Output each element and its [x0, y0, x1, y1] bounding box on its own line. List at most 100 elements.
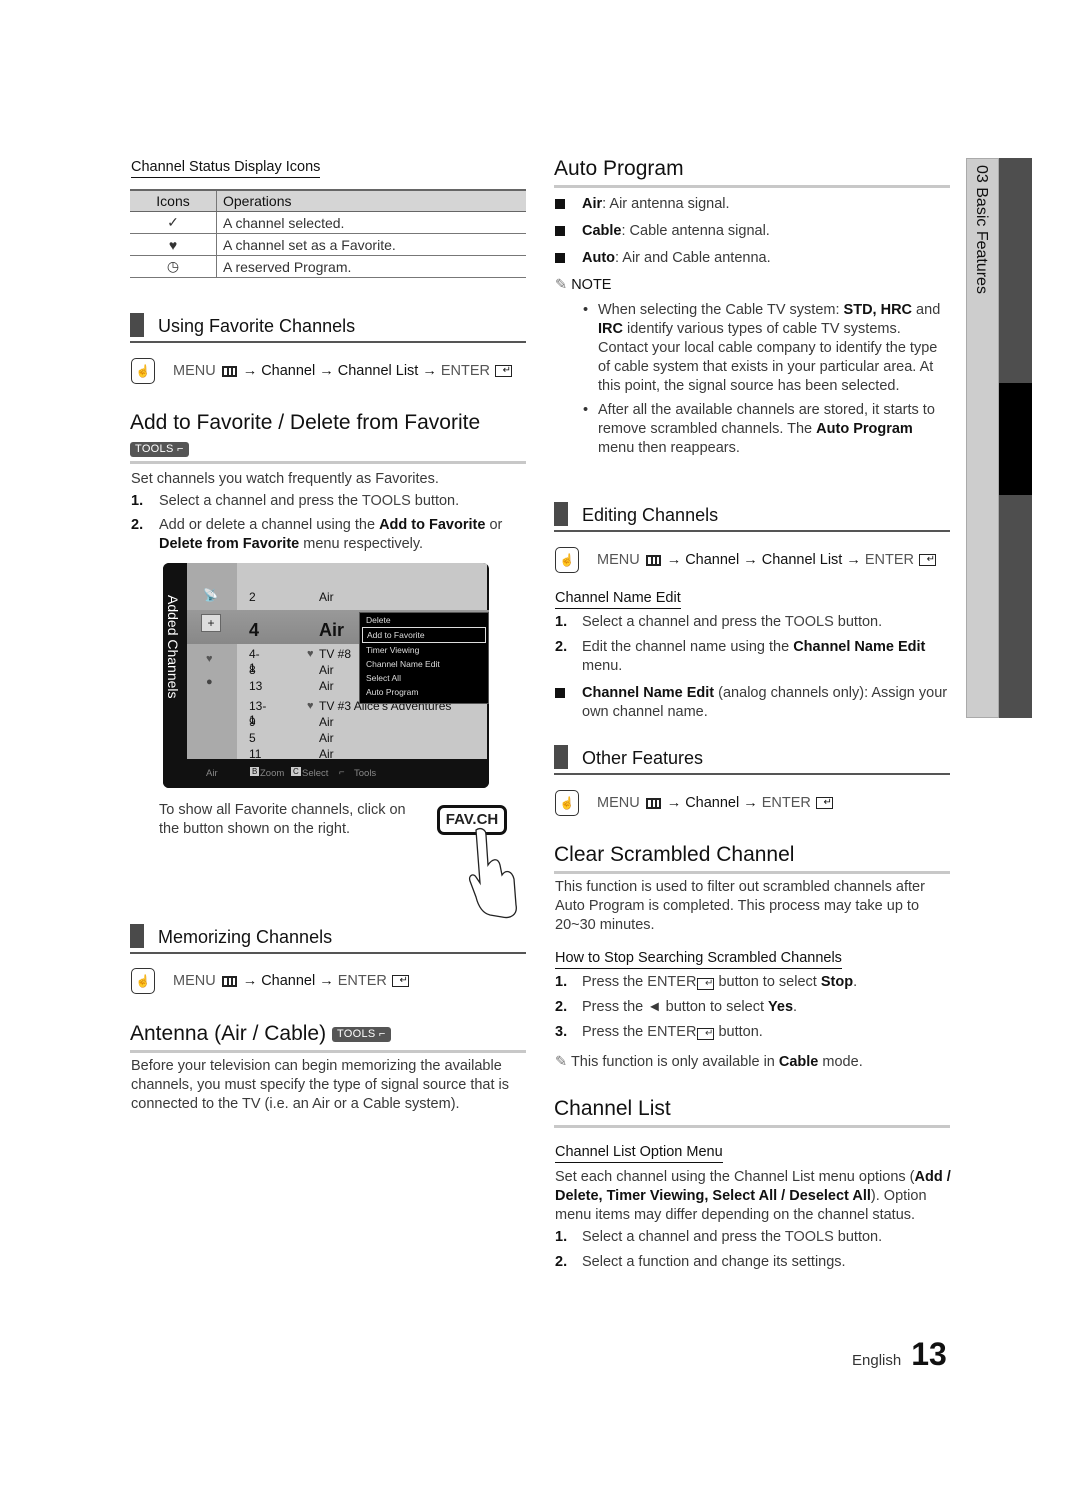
status-icons-title: Channel Status Display Icons [131, 158, 321, 178]
menu-item-select-all[interactable]: Select All [362, 671, 486, 685]
heading-bar [130, 924, 144, 948]
channel-name-edit-subheading: Channel Name Edit [555, 589, 681, 609]
enter-icon: ↵ [697, 978, 715, 990]
heart-icon: ♥ [130, 233, 217, 256]
heading-rule [554, 773, 950, 775]
note-item: • When selecting the Cable TV system: ST… [583, 302, 941, 394]
menu-path: ☝ MENU → Channel → Channel List → ENTER ↵ [555, 547, 936, 573]
menu-icon [221, 975, 237, 987]
title-rule [554, 1125, 950, 1128]
tools-icon: ⌐ [339, 767, 345, 778]
section-title: Channel List [554, 1097, 671, 1120]
heading-bar [554, 502, 568, 526]
add-favorite-body: Set channels you watch frequently as Fav… [131, 470, 531, 554]
bullet-square-icon [555, 226, 565, 236]
note: ✎ This function is only available in Cab… [555, 1054, 863, 1070]
hand-pointing-icon [468, 828, 517, 919]
list-item: 2. Press the ◄ button to select Yes. [555, 999, 798, 1015]
menu-icon [221, 365, 237, 377]
enter-icon: ↵ [815, 797, 833, 809]
col-operations: Operations [216, 189, 526, 212]
section-title: Auto Program [554, 157, 684, 180]
antenna-icon: 📡 [203, 588, 218, 602]
list-item: 1. Select a channel and press the TOOLS b… [555, 614, 883, 630]
language-label: English [852, 1352, 902, 1369]
title-rule [554, 871, 950, 874]
editing-steps: 1. Select a channel and press the TOOLS b… [555, 613, 951, 722]
heart-icon: ♥ [307, 648, 314, 660]
hand-press-icon: ☝ [131, 968, 155, 994]
bullet-square-icon [555, 253, 565, 263]
menu-item-channel-name-edit[interactable]: Channel Name Edit [362, 657, 486, 671]
antenna-section: Antenna (Air / Cable) TOOLS ⌐ [130, 1022, 526, 1053]
note-item: • After all the available channels are s… [583, 402, 935, 456]
list-item: Air: Air antenna signal. [555, 195, 951, 214]
section-title: Add to Favorite / Delete from Favorite [130, 411, 481, 434]
note-label: ✎ NOTE [555, 277, 612, 293]
editing-section: Editing Channels [554, 502, 950, 532]
title-rule [554, 185, 950, 188]
side-label: Added Channels [165, 595, 181, 699]
stop-steps: 1. Press the ENTER ↵ button to select Stop… [555, 973, 951, 1072]
section-title: Clear Scrambled Channel [554, 843, 795, 866]
clock-icon: ◷ [130, 255, 217, 278]
favch-text: To show all Favorite channels, click on … [159, 802, 406, 837]
status-icons-table: Icons Operations ✓ A channel selected. ♥… [130, 189, 526, 278]
tv-footer: Air B Zoom C Select ⌐ Tools [163, 759, 489, 788]
menu-item-add-to-favorite[interactable]: Add to Favorite [362, 627, 486, 643]
list-item: Cable: Cable antenna signal. [555, 222, 951, 241]
tools-badge: TOOLS ⌐ [130, 442, 189, 457]
page-footer: English 13 [852, 1336, 947, 1373]
add-channel-icon: + [201, 614, 221, 632]
heading-bar [554, 745, 568, 769]
tools-popup-menu: Delete Add to Favorite Timer Viewing Cha… [359, 612, 489, 704]
bullet-square-icon [555, 688, 565, 698]
auto-program-list: Air: Air antenna signal. Cable: Cable an… [555, 195, 951, 458]
enter-icon: ↵ [918, 554, 936, 566]
table-row: ✓ A channel selected. [130, 211, 526, 234]
tools-badge: TOOLS ⌐ [331, 1027, 391, 1042]
antenna-body: Before your television can begin memoriz… [131, 1058, 510, 1112]
using-favorite-section: Using Favorite Channels [130, 313, 526, 343]
menu-path: ☝ MENU → Channel → ENTER ↵ [131, 968, 409, 994]
hand-press-icon: ☝ [555, 547, 579, 573]
hand-press-icon: ☝ [131, 358, 155, 384]
memorizing-section: Memorizing Channels [130, 924, 526, 954]
list-item: 2. Edit the channel name using the Channe… [555, 639, 926, 674]
enter-icon: ↵ [391, 975, 409, 987]
add-favorite-section: Add to Favorite / Delete from Favorite T… [130, 411, 526, 464]
chapter-tab: 03 Basic Features [966, 158, 999, 718]
list-item: 1. Select a channel and press the TOOLS … [131, 493, 460, 509]
pencil-icon: ✎ [555, 1054, 568, 1070]
menu-path: ☝ MENU → Channel → Channel List → ENTER ↵ [131, 358, 512, 384]
menu-icon [645, 554, 661, 566]
heading-bar [130, 313, 144, 337]
channel-list-section: Channel List [554, 1097, 950, 1128]
table-header: Icons Operations [130, 189, 526, 212]
section-heading: Editing Channels [554, 502, 950, 526]
title-rule [130, 1050, 526, 1053]
channel-list-screen: Added Channels 📡 + ♥ ● 2 Air 4 Air 4-1 ♥ TV … [163, 563, 489, 788]
menu-item-timer-viewing[interactable]: Timer Viewing [362, 643, 486, 657]
menu-item-delete[interactable]: Delete [362, 613, 486, 627]
b-key-icon: B [250, 767, 260, 776]
section-heading: Memorizing Channels [130, 924, 526, 948]
channel-list-body: Set each channel using the Channel List … [555, 1169, 951, 1270]
hand-press-icon: ☝ [555, 790, 579, 816]
list-item: Auto: Air and Cable antenna. [555, 249, 951, 268]
auto-program-section: Auto Program [554, 157, 950, 188]
menu-item-auto-program[interactable]: Auto Program [362, 685, 486, 699]
heading-rule [554, 530, 950, 532]
menu-icon [645, 797, 661, 809]
table-row: ◷ A reserved Program. [130, 255, 526, 278]
enter-icon: ↵ [494, 365, 512, 377]
list-item: Channel Name Edit (analog channels only)… [555, 684, 951, 722]
clear-scrambled-section: Clear Scrambled Channel [554, 843, 950, 874]
chapter-tab-marker [999, 383, 1032, 495]
list-item: 1. Press the ENTER ↵ button to select Stop… [555, 974, 858, 990]
section-heading: Using Favorite Channels [130, 313, 526, 337]
list-item: 1. Select a channel and press the TOOLS b… [555, 1229, 883, 1245]
other-features-section: Other Features [554, 745, 950, 775]
list-item: 3. Press the ENTER ↵ button. [555, 1024, 763, 1040]
favorite-icon: ♥ [206, 653, 213, 665]
